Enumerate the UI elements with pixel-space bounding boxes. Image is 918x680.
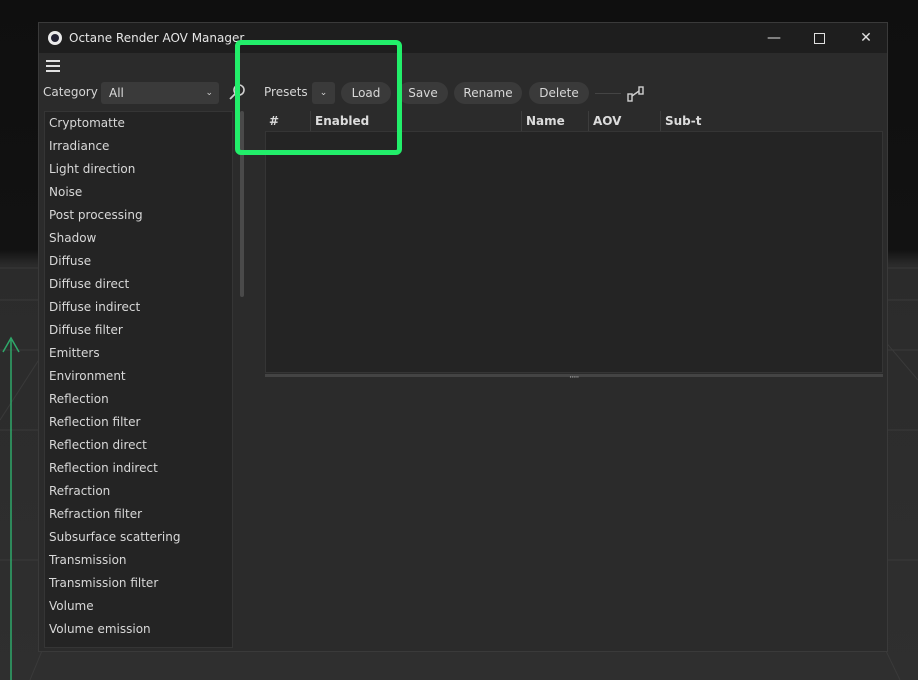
title-bar[interactable]: Octane Render AOV Manager — ✕ — [39, 23, 887, 53]
category-item[interactable]: Emitters — [45, 342, 232, 365]
category-item[interactable]: Diffuse indirect — [45, 296, 232, 319]
maximize-button[interactable] — [804, 29, 834, 47]
category-selected-value: All — [109, 86, 124, 100]
category-dropdown[interactable]: All ⌄ — [101, 82, 219, 104]
menu-hamburger-icon[interactable] — [46, 60, 60, 72]
category-list[interactable]: Cryptomatte Irradiance Light direction N… — [44, 111, 233, 648]
highlight-box — [235, 40, 402, 155]
category-item[interactable]: Diffuse — [45, 250, 232, 273]
save-button[interactable]: Save — [398, 82, 448, 104]
column-header-aov[interactable]: AOV — [589, 111, 661, 131]
category-item[interactable]: Refraction — [45, 480, 232, 503]
column-header-subtype[interactable]: Sub-t — [661, 111, 703, 131]
category-item[interactable]: Light direction — [45, 158, 232, 181]
window-title: Octane Render AOV Manager — [69, 31, 245, 45]
category-item[interactable]: Volume — [45, 595, 232, 618]
category-item[interactable]: Refraction filter — [45, 503, 232, 526]
category-item[interactable]: Diffuse filter — [45, 319, 232, 342]
aov-manager-window: Octane Render AOV Manager — ✕ Category A… — [38, 22, 888, 652]
category-scrollbar[interactable] — [239, 111, 245, 648]
category-item[interactable]: Reflection filter — [45, 411, 232, 434]
table-body[interactable] — [265, 131, 883, 373]
rename-button[interactable]: Rename — [454, 82, 522, 104]
category-item[interactable]: Irradiance — [45, 135, 232, 158]
octane-logo-icon — [48, 31, 62, 45]
category-item[interactable]: Environment — [45, 365, 232, 388]
column-header-name[interactable]: Name — [522, 111, 589, 131]
delete-button[interactable]: Delete — [529, 82, 589, 104]
category-item[interactable]: Shadow — [45, 227, 232, 250]
category-item[interactable]: Subsurface scattering — [45, 526, 232, 549]
category-item[interactable]: Volume emission — [45, 618, 232, 641]
category-label: Category — [43, 85, 98, 99]
maximize-icon — [813, 33, 825, 44]
chevron-down-icon: ⌄ — [205, 88, 213, 98]
category-item[interactable]: Reflection — [45, 388, 232, 411]
splitter-grip-icon[interactable]: ····· — [569, 373, 579, 383]
toolbar-divider — [595, 93, 621, 94]
category-item[interactable]: Cryptomatte — [45, 112, 232, 135]
category-item[interactable]: Noise — [45, 181, 232, 204]
category-item[interactable]: Reflection indirect — [45, 457, 232, 480]
category-item[interactable]: Transmission — [45, 549, 232, 572]
minimize-button[interactable]: — — [759, 29, 789, 47]
close-button[interactable]: ✕ — [851, 29, 881, 47]
category-item[interactable]: Reflection direct — [45, 434, 232, 457]
link-icon[interactable] — [627, 85, 645, 103]
category-item[interactable]: Post processing — [45, 204, 232, 227]
category-item[interactable]: Transmission filter — [45, 572, 232, 595]
category-item[interactable]: Diffuse direct — [45, 273, 232, 296]
